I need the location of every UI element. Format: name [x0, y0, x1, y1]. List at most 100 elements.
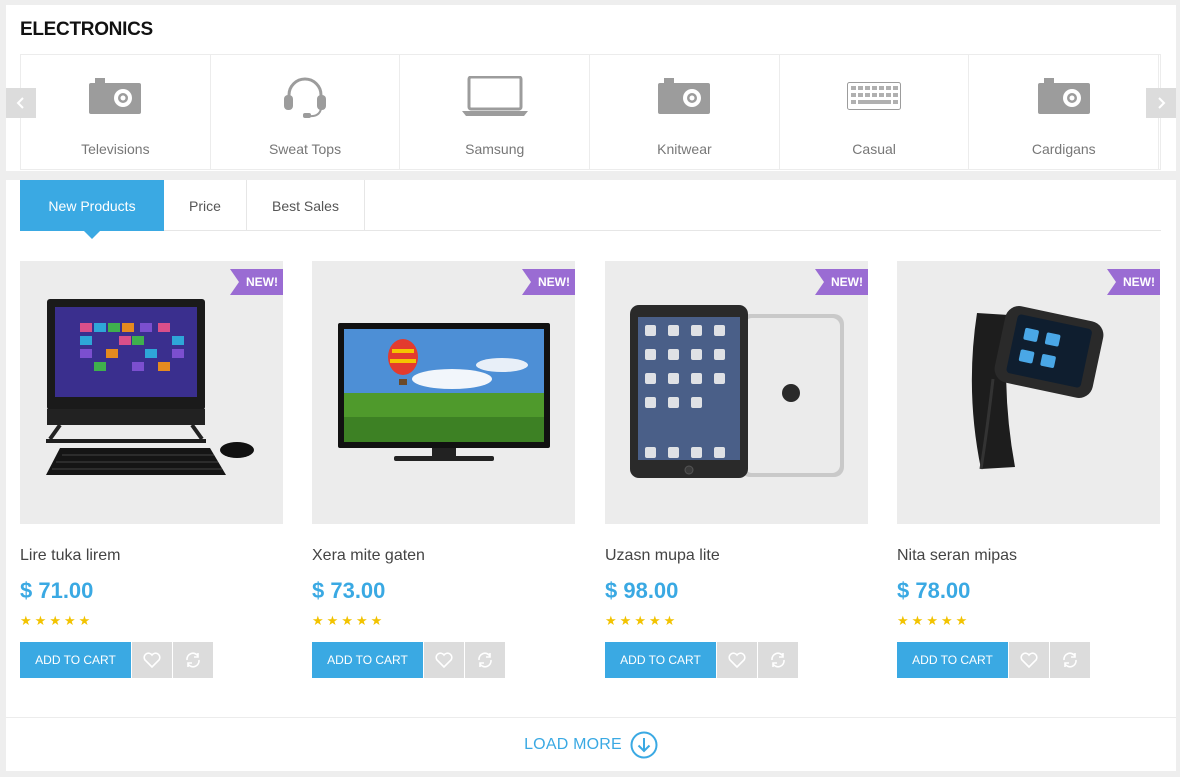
star-icon: ★	[619, 613, 632, 628]
laptop-icon	[461, 75, 528, 117]
star-icon: ★	[326, 613, 339, 628]
product-price: $ 78.00	[897, 578, 971, 603]
product-tabs: New Products Price Best Sales	[20, 180, 1161, 239]
wishlist-button[interactable]	[424, 642, 464, 678]
camera-icon	[1037, 75, 1090, 117]
star-icon: ★	[926, 613, 938, 628]
chevron-right-icon	[1158, 97, 1166, 109]
refresh-icon	[478, 652, 492, 668]
tab-new-products[interactable]: New Products	[20, 180, 164, 239]
category-item-cardigans[interactable]: Cardigans	[969, 55, 1160, 169]
product-image[interactable]: NEW!	[605, 261, 868, 524]
category-label: Casual	[852, 141, 896, 157]
keyboard-icon	[847, 75, 902, 117]
category-item-sweat-tops[interactable]: Sweat Tops	[211, 55, 401, 169]
load-more-label: LOAD MORE	[524, 735, 622, 753]
product-grid: NEW! Lire tuka lirem $ 71.00 ★ ★ ★ ★ ★ ADD T…	[20, 261, 1161, 691]
heart-icon	[143, 652, 161, 668]
star-icon: ★	[355, 613, 368, 628]
rating-stars: ★ ★ ★ ★ ★	[605, 614, 868, 627]
category-item-televisions[interactable]: Televisions	[21, 55, 211, 169]
arrow-down-circle-icon	[630, 731, 658, 758]
smartwatch-image	[971, 306, 1104, 470]
star-icon: ★	[20, 613, 32, 628]
refresh-icon	[186, 652, 200, 668]
tab-best-sales[interactable]: Best Sales	[247, 180, 365, 231]
headset-icon	[281, 75, 329, 118]
category-label: Cardigans	[1031, 141, 1096, 157]
category-item-knitwear[interactable]: Knitwear	[590, 55, 780, 169]
product-card: NEW! Xera mite gaten $ 73.00 ★ ★ ★ ★ ★ ADD T…	[312, 261, 575, 678]
product-actions: ADD TO CART	[20, 642, 283, 678]
category-panel: ELECTRONICS Televisions Sweat Tops Samsu…	[6, 5, 1176, 171]
category-carousel: Televisions Sweat Tops Samsung Knitwear …	[20, 54, 1161, 170]
star-icon: ★	[78, 613, 91, 628]
product-price: $ 73.00	[312, 578, 386, 603]
camera-icon	[89, 75, 142, 117]
carousel-next-button[interactable]	[1146, 88, 1176, 118]
refresh-icon	[771, 652, 785, 668]
star-icon: ★	[897, 613, 909, 628]
flat-screen-tv-image	[338, 323, 550, 461]
compare-button[interactable]	[173, 642, 213, 678]
wishlist-button[interactable]	[132, 642, 172, 678]
product-name[interactable]: Lire tuka lirem	[20, 547, 283, 565]
load-more-button[interactable]: LOAD MORE	[6, 717, 1176, 771]
heart-icon	[435, 652, 453, 668]
rating-stars: ★ ★ ★ ★ ★	[897, 614, 1160, 627]
product-actions: ADD TO CART	[605, 642, 868, 678]
category-label: Samsung	[465, 141, 525, 157]
product-price: $ 71.00	[20, 578, 94, 603]
category-item-samsung[interactable]: Samsung	[400, 55, 591, 169]
product-card: NEW! Nita seran mipas $ 78.00 ★ ★ ★ ★ ★ ADD …	[897, 261, 1160, 678]
star-icon: ★	[663, 613, 676, 628]
product-actions: ADD TO CART	[897, 642, 1160, 678]
compare-button[interactable]	[1050, 642, 1090, 678]
category-label: Televisions	[81, 141, 150, 157]
category-label: Knitwear	[657, 141, 712, 157]
star-icon: ★	[49, 613, 61, 628]
products-panel: New Products Price Best Sales NEW! Lire …	[6, 180, 1176, 771]
compare-button[interactable]	[758, 642, 798, 678]
star-icon: ★	[34, 613, 47, 628]
refresh-icon	[1063, 652, 1077, 668]
rating-stars: ★ ★ ★ ★ ★	[20, 614, 283, 627]
star-icon: ★	[370, 613, 383, 628]
product-name[interactable]: Uzasn mupa lite	[605, 547, 868, 565]
product-card: NEW! Uzasn mupa lite $ 98.00 ★ ★ ★ ★ ★ ADD T…	[605, 261, 868, 678]
product-image[interactable]: NEW!	[20, 261, 283, 524]
wishlist-button[interactable]	[1009, 642, 1049, 678]
star-icon: ★	[648, 613, 661, 628]
rating-stars: ★ ★ ★ ★ ★	[312, 614, 575, 627]
product-name[interactable]: Nita seran mipas	[897, 547, 1160, 565]
product-card: NEW! Lire tuka lirem $ 71.00 ★ ★ ★ ★ ★ ADD T…	[20, 261, 283, 678]
star-icon: ★	[341, 613, 353, 628]
star-icon: ★	[312, 613, 324, 628]
category-label: Sweat Tops	[268, 141, 342, 157]
star-icon: ★	[955, 613, 968, 628]
product-name[interactable]: Xera mite gaten	[312, 547, 575, 565]
star-icon: ★	[940, 613, 953, 628]
heart-icon	[1020, 652, 1038, 668]
product-price: $ 98.00	[605, 578, 679, 603]
section-title: ELECTRONICS	[20, 19, 153, 40]
add-to-cart-button[interactable]: ADD TO CART	[605, 642, 716, 678]
add-to-cart-button[interactable]: ADD TO CART	[897, 642, 1008, 678]
wishlist-button[interactable]	[717, 642, 757, 678]
product-image[interactable]: NEW!	[312, 261, 575, 524]
camera-icon	[658, 75, 711, 117]
compare-button[interactable]	[465, 642, 505, 678]
tab-price[interactable]: Price	[164, 180, 247, 231]
product-image[interactable]: NEW!	[897, 261, 1160, 524]
star-icon: ★	[63, 613, 76, 628]
add-to-cart-button[interactable]: ADD TO CART	[20, 642, 131, 678]
heart-icon	[728, 652, 746, 668]
all-in-one-pc-image	[46, 299, 254, 475]
add-to-cart-button[interactable]: ADD TO CART	[312, 642, 423, 678]
tablet-image	[630, 305, 844, 478]
chevron-left-icon	[16, 97, 24, 109]
star-icon: ★	[605, 613, 617, 628]
star-icon: ★	[634, 613, 646, 628]
category-item-casual[interactable]: Casual	[780, 55, 970, 169]
carousel-prev-button[interactable]	[6, 88, 36, 118]
